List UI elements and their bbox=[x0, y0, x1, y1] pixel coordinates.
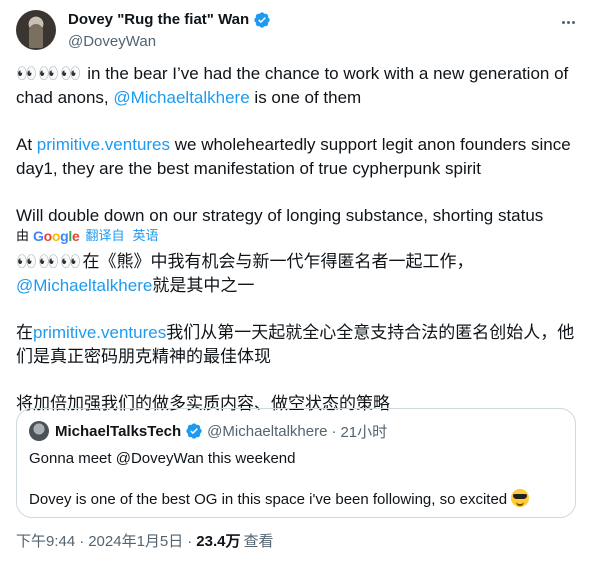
url-link[interactable]: primitive.ventures bbox=[33, 323, 166, 342]
separator-dot: · bbox=[331, 422, 337, 440]
separator-dot: · bbox=[187, 533, 193, 550]
translated-t1-text: 在《熊》中我有机会与新一代乍得匿名者一起工作， bbox=[82, 252, 474, 271]
tweet-p1-text-b: is one of them bbox=[249, 88, 362, 107]
mention-link[interactable]: @Michaeltalkhere bbox=[16, 276, 152, 295]
tweet-paragraph-3: Will double down on our strategy of long… bbox=[16, 206, 544, 225]
more-options-icon[interactable] bbox=[558, 12, 578, 32]
source-language[interactable]: 英语 bbox=[133, 228, 159, 244]
sunglasses-emoji-icon bbox=[511, 489, 530, 507]
avatar-figure bbox=[29, 24, 43, 48]
author-handle[interactable]: @DoveyWan bbox=[68, 32, 271, 52]
quoted-tweet-time: 21小时 bbox=[340, 423, 388, 441]
quoted-line-2-wrap: Dovey is one of the best OG in this spac… bbox=[29, 489, 563, 510]
translated-paragraph-1: 👀👀👀在《熊》中我有机会与新一代乍得匿名者一起工作， @Michaeltalkhe… bbox=[16, 250, 576, 298]
tweet-time[interactable]: 下午9:44 bbox=[16, 532, 75, 552]
verified-badge-icon bbox=[186, 423, 202, 439]
eyes-emoji: 👀👀👀 bbox=[16, 64, 83, 83]
translated-paragraph-2: 在primitive.ventures我们从第一天起就全心全意支持合法的匿名创始… bbox=[16, 321, 576, 369]
tweet-paragraph-1: 👀👀👀 in the bear I’ve had the chance to w… bbox=[16, 62, 576, 110]
quoted-author-handle: @Michaeltalkhere bbox=[207, 422, 328, 440]
quoted-author-avatar bbox=[29, 421, 49, 441]
separator-dot: · bbox=[79, 533, 85, 550]
quoted-author-name: MichaelTalksTech bbox=[55, 422, 182, 440]
eyes-emoji: 👀👀👀 bbox=[16, 252, 83, 271]
tweet-card: Dovey "Rug the fiat" Wan @DoveyWan 👀👀👀 i… bbox=[0, 0, 600, 566]
verified-badge-icon bbox=[254, 12, 270, 28]
url-link[interactable]: primitive.ventures bbox=[37, 135, 170, 154]
author-names: Dovey "Rug the fiat" Wan @DoveyWan bbox=[68, 10, 271, 52]
tweet-date[interactable]: 2024年1月5日 bbox=[88, 532, 183, 552]
tweet-p2-prefix: At bbox=[16, 135, 37, 154]
tweet-paragraph-2: At primitive.ventures we wholeheartedly … bbox=[16, 133, 576, 181]
mention-link[interactable]: @Michaeltalkhere bbox=[113, 88, 249, 107]
quoted-tweet[interactable]: MichaelTalksTech @Michaeltalkhere · 21小时… bbox=[16, 408, 576, 518]
author-avatar[interactable] bbox=[16, 10, 56, 50]
quoted-tweet-header: MichaelTalksTech @Michaeltalkhere · 21小时 bbox=[29, 421, 387, 441]
views-label[interactable]: 查看 bbox=[243, 532, 273, 552]
author-display-name-text[interactable]: Dovey "Rug the fiat" Wan bbox=[68, 10, 249, 30]
google-logo: Google bbox=[33, 228, 80, 244]
translated-from-link[interactable]: 翻译自 bbox=[86, 228, 125, 244]
quoted-tweet-text: Gonna meet @DoveyWan this weekend Dovey … bbox=[29, 449, 563, 530]
translated-t1-text-b: 就是其中之一 bbox=[152, 276, 255, 295]
author-display-name[interactable]: Dovey "Rug the fiat" Wan bbox=[68, 10, 271, 30]
tweet-header: Dovey "Rug the fiat" Wan @DoveyWan bbox=[16, 10, 584, 54]
tweet-meta: 下午9:44 · 2024年1月5日 · 23.4万 查看 bbox=[16, 532, 273, 552]
quoted-line-2: Dovey is one of the best OG in this spac… bbox=[29, 491, 512, 508]
tweet-body: 👀👀👀 in the bear I’ve had the chance to w… bbox=[16, 62, 576, 416]
views-count[interactable]: 23.4万 bbox=[196, 532, 240, 552]
translation-bar: 由 Google 翻译自 英语 bbox=[16, 228, 576, 244]
quoted-line-1: Gonna meet @DoveyWan this weekend bbox=[29, 450, 296, 467]
translation-by: 由 bbox=[16, 228, 30, 243]
translated-t2-prefix: 在 bbox=[16, 323, 33, 342]
